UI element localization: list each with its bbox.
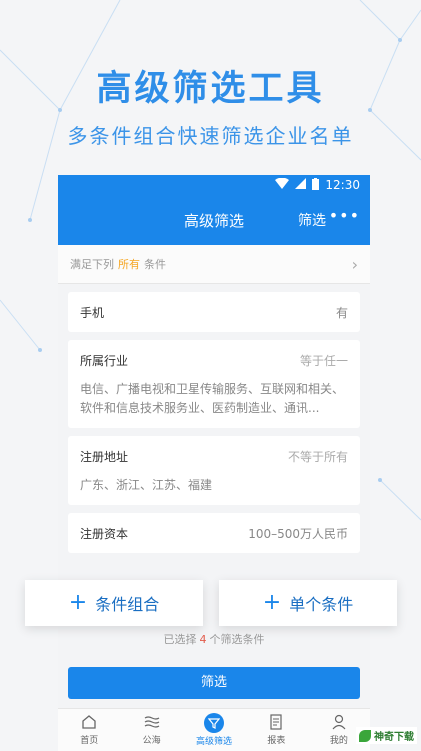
tab-label: 首页 — [80, 736, 99, 746]
tab-label: 报表 — [267, 736, 286, 746]
filter-value: 不等于所有 — [287, 449, 348, 464]
filter-label: 所属行业 — [80, 353, 129, 368]
filter-label: 注册地址 — [80, 449, 129, 464]
more-menu-button[interactable]: ••• — [329, 206, 360, 225]
app-bar: 高级筛选 筛选 ••• — [58, 195, 370, 245]
selected-prefix: 已选择 — [163, 633, 197, 646]
tab-home[interactable]: 首页 — [58, 709, 120, 751]
home-icon — [82, 715, 96, 729]
add-condition-group-label: 条件组合 — [95, 595, 160, 614]
filter-value: 有 — [335, 305, 348, 320]
waves-icon — [144, 716, 159, 728]
battery-icon — [312, 177, 320, 193]
tab-reports[interactable]: 报表 — [245, 709, 307, 751]
tab-advanced-filter[interactable]: 高级筛选 — [183, 709, 245, 751]
filter-value: 等于任一 — [299, 353, 348, 368]
filter-card-industry[interactable]: 所属行业 等于任一 电信、广播电视和卫星传输服务、互联网和相关、软件和信息技术服… — [68, 340, 360, 428]
filter-description: 广东、浙江、江苏、福建 — [80, 478, 213, 492]
condition-prefix: 满足下列 — [70, 258, 114, 271]
selected-count: 4 — [199, 633, 207, 646]
filter-description: 电信、广播电视和卫星传输服务、互联网和相关、软件和信息技术服务业、医药制造业、通… — [80, 382, 345, 415]
status-bar: 12:30 — [58, 175, 370, 195]
condition-highlight: 所有 — [118, 258, 140, 271]
watermark-logo: 神奇下载 — [356, 727, 417, 744]
filter-card-address[interactable]: 注册地址 不等于所有 广东、浙江、江苏、福建 — [68, 436, 360, 505]
filter-action-button[interactable]: 筛选 — [298, 210, 326, 230]
plus-icon: + — [68, 590, 88, 615]
bottom-tab-bar: 首页 公海 高级筛选 报表 我的 — [58, 708, 370, 751]
tab-label: 我的 — [329, 736, 348, 746]
filter-label: 注册资本 — [80, 526, 129, 541]
selected-count-text: 已选择 4 个筛选条件 — [58, 631, 370, 647]
phone-screen: 12:30 高级筛选 筛选 ••• 满足下列 所有 条件 › 手机 有 所属行业… — [58, 175, 370, 735]
filter-label: 手机 — [80, 305, 105, 320]
submit-filter-button[interactable]: 筛选 — [68, 667, 360, 699]
user-icon — [332, 714, 346, 730]
selected-suffix: 个筛选条件 — [209, 633, 265, 646]
signal-icon — [295, 178, 307, 192]
tab-label: 高级筛选 — [196, 737, 233, 747]
leaf-icon — [359, 729, 371, 742]
filter-card-phone[interactable]: 手机 有 — [68, 292, 360, 332]
add-condition-group-button[interactable]: + 条件组合 — [25, 580, 203, 626]
match-condition-row[interactable]: 满足下列 所有 条件 › — [58, 245, 370, 284]
filter-icon — [204, 713, 225, 733]
report-icon — [270, 714, 283, 730]
chevron-right-icon: › — [351, 254, 358, 274]
tab-public-pool[interactable]: 公海 — [120, 709, 182, 751]
add-single-condition-button[interactable]: + 单个条件 — [219, 580, 397, 626]
plus-icon: + — [262, 590, 282, 615]
watermark-text: 神奇下载 — [374, 732, 414, 743]
hero-subtitle: 多条件组合快速筛选企业名单 — [67, 124, 354, 148]
tab-label: 公海 — [142, 736, 161, 746]
condition-suffix: 条件 — [144, 258, 166, 271]
filter-card-capital[interactable]: 注册资本 100–500万人民币 — [68, 513, 360, 553]
hero-title: 高级筛选工具 — [96, 69, 325, 109]
wifi-icon — [275, 177, 290, 192]
add-single-condition-label: 单个条件 — [289, 595, 354, 614]
status-time: 12:30 — [325, 178, 360, 192]
filter-value: 100–500万人民币 — [248, 526, 348, 541]
